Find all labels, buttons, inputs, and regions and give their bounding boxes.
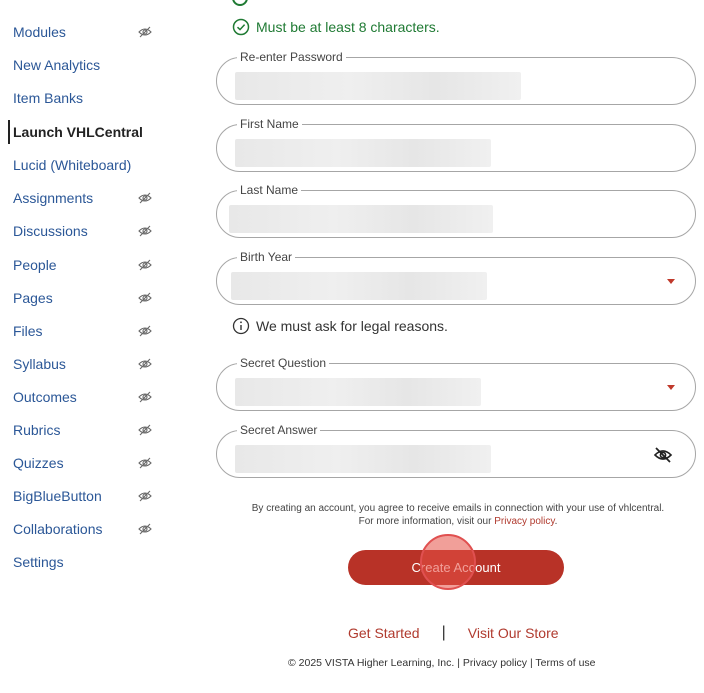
masked-value — [231, 272, 487, 300]
nav-item-new-analytics[interactable]: New Analytics — [13, 57, 100, 73]
reenter-password-field[interactable]: Re-enter Password — [216, 49, 696, 105]
eye-off-icon — [138, 25, 152, 39]
info-icon — [232, 317, 250, 335]
registration-form: Must be at least 8 characters. Re-enter … — [180, 0, 704, 693]
nav-item-syllabus[interactable]: Syllabus — [13, 356, 66, 372]
eye-off-icon[interactable] — [653, 445, 673, 465]
nav-item-people[interactable]: People — [13, 257, 57, 273]
masked-value — [235, 378, 481, 406]
nav-item-item-banks[interactable]: Item Banks — [13, 90, 83, 106]
eye-off-icon — [138, 489, 152, 503]
eye-off-icon — [138, 324, 152, 338]
check-circle-icon — [232, 0, 248, 6]
course-navigation: Modules New Analytics Item Banks Launch … — [0, 0, 180, 693]
first-name-input[interactable] — [217, 125, 695, 171]
consent-text: By creating an account, you agree to rec… — [216, 502, 700, 528]
eye-off-icon — [138, 357, 152, 371]
nav-item-rubrics[interactable]: Rubrics — [13, 422, 60, 438]
secret-answer-field[interactable]: Secret Answer — [216, 422, 696, 478]
nav-item-modules[interactable]: Modules — [13, 24, 66, 40]
first-name-field[interactable]: First Name — [216, 116, 696, 172]
privacy-prefix: For more information, visit our — [358, 516, 492, 527]
nav-item-quizzes[interactable]: Quizzes — [13, 455, 64, 471]
password-rule-hint: Must be at least 8 characters. — [232, 18, 440, 36]
check-circle-icon — [232, 18, 250, 36]
nav-item-pages[interactable]: Pages — [13, 290, 53, 306]
footer-separator: | — [441, 624, 446, 641]
nav-item-settings[interactable]: Settings — [13, 554, 64, 570]
active-indicator — [8, 120, 10, 144]
password-rule-text: Must be at least 8 characters. — [256, 19, 440, 35]
birth-year-field[interactable]: Birth Year — [216, 249, 696, 305]
dropdown-caret-icon[interactable] — [667, 279, 675, 284]
secret-question-field[interactable]: Secret Question — [216, 355, 696, 411]
nav-item-outcomes[interactable]: Outcomes — [13, 389, 77, 405]
nav-item-lucid-whiteboard[interactable]: Lucid (Whiteboard) — [13, 157, 131, 173]
secret-answer-input[interactable] — [217, 431, 695, 477]
reenter-password-input[interactable] — [217, 58, 695, 104]
eye-off-icon — [138, 291, 152, 305]
eye-off-icon — [138, 423, 152, 437]
secret-question-label: Secret Question — [237, 355, 330, 371]
eye-off-icon — [138, 191, 152, 205]
eye-off-icon — [138, 258, 152, 272]
eye-off-icon — [138, 390, 152, 404]
nav-item-launch-vhlcentral[interactable]: Launch VHLCentral — [13, 124, 143, 140]
visit-store-link[interactable]: Visit Our Store — [468, 625, 559, 641]
get-started-link[interactable]: Get Started — [348, 625, 420, 641]
create-account-button[interactable]: Create Account — [348, 550, 564, 585]
eye-off-icon — [138, 522, 152, 536]
privacy-policy-link[interactable]: Privacy policy — [494, 516, 554, 527]
nav-item-assignments[interactable]: Assignments — [13, 190, 93, 206]
eye-off-icon — [138, 224, 152, 238]
nav-item-files[interactable]: Files — [13, 323, 43, 339]
legal-reason-text: We must ask for legal reasons. — [256, 318, 448, 334]
last-name-field[interactable]: Last Name — [216, 182, 696, 238]
legal-reason-note: We must ask for legal reasons. — [232, 317, 448, 335]
last-name-input[interactable] — [217, 191, 695, 237]
birth-year-label: Birth Year — [237, 249, 296, 265]
dropdown-caret-icon[interactable] — [667, 385, 675, 390]
privacy-suffix: . — [554, 516, 558, 527]
nav-item-collaborations[interactable]: Collaborations — [13, 521, 103, 537]
nav-item-bigbluebutton[interactable]: BigBlueButton — [13, 488, 102, 504]
copyright-text: © 2025 VISTA Higher Learning, Inc. | Pri… — [288, 657, 596, 669]
nav-item-discussions[interactable]: Discussions — [13, 223, 88, 239]
eye-off-icon — [138, 456, 152, 470]
consent-line: By creating an account, you agree to rec… — [251, 503, 665, 514]
footer-links: Get Started | Visit Our Store — [348, 624, 559, 642]
